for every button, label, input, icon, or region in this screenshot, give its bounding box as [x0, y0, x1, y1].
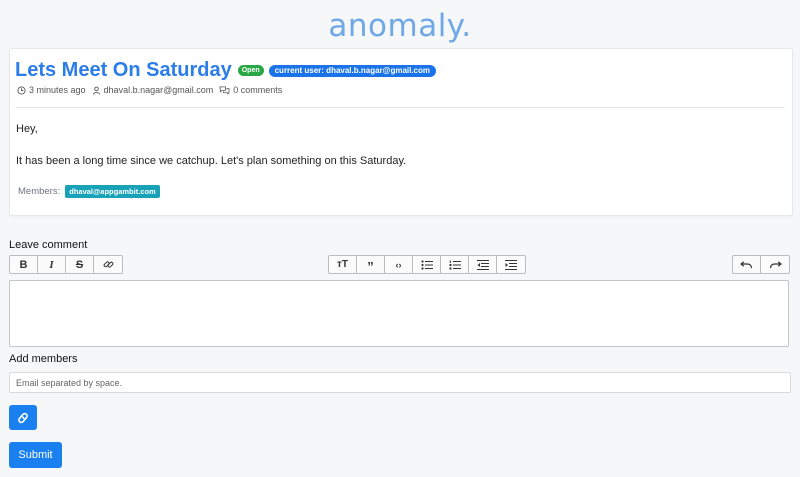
members-label: Members:: [18, 186, 61, 197]
redo-button[interactable]: [761, 256, 789, 273]
ordered-list-icon: [449, 260, 461, 269]
code-button[interactable]: ‹›: [385, 256, 413, 273]
format-toolbar: B I S: [9, 255, 123, 274]
strikethrough-button[interactable]: S: [66, 256, 94, 273]
members-row: Members: dhaval@appgambit.com: [18, 185, 160, 198]
post-card: Lets Meet On Saturday Open current user:…: [9, 48, 793, 216]
indent-icon: [505, 259, 517, 270]
post-body-line: It has been a long time since we catchup…: [16, 155, 407, 167]
link-button[interactable]: [94, 256, 122, 273]
divider: [15, 107, 785, 108]
block-toolbar: ᴛT ” ‹›: [328, 255, 526, 274]
clock-icon: [17, 85, 26, 95]
outdent-button[interactable]: [469, 256, 497, 273]
status-badge: Open: [237, 65, 264, 76]
attach-button[interactable]: [9, 405, 37, 430]
heading-icon: ᴛT: [336, 259, 348, 270]
ordered-list-button[interactable]: [441, 256, 469, 273]
undo-icon: [740, 261, 753, 269]
current-user-badge: current user: dhaval.b.nagar@gmail.com: [268, 64, 437, 77]
strikethrough-icon: S: [75, 258, 84, 271]
post-author: dhaval.b.nagar@gmail.com: [92, 85, 214, 95]
indent-button[interactable]: [497, 256, 525, 273]
code-icon: ‹›: [395, 259, 402, 270]
post-comments: 0 comments: [219, 85, 282, 95]
comments-icon: [219, 85, 230, 95]
history-toolbar: [732, 255, 790, 274]
member-badge: dhaval@appgambit.com: [65, 185, 160, 198]
submit-button[interactable]: Submit: [9, 442, 62, 468]
post-author-text: dhaval.b.nagar@gmail.com: [103, 85, 214, 95]
post-title-row: Lets Meet On Saturday Open current user:…: [15, 59, 437, 82]
unordered-list-icon: [420, 259, 433, 270]
redo-icon: [769, 261, 782, 269]
bold-button[interactable]: B: [10, 256, 38, 273]
italic-button[interactable]: I: [38, 256, 66, 273]
post-title: Lets Meet On Saturday: [15, 59, 232, 81]
link-icon: [103, 261, 113, 268]
paperclip-icon: [18, 412, 28, 423]
quote-button[interactable]: ”: [357, 256, 385, 273]
app-logo: anomaly.: [328, 8, 472, 44]
post-meta: 3 minutes ago dhaval.b.nagar@gmail.com 0…: [17, 85, 288, 95]
undo-button[interactable]: [733, 256, 761, 273]
post-body-line: Hey,: [16, 123, 38, 135]
outdent-icon: [476, 259, 489, 270]
bold-icon: B: [19, 258, 28, 271]
add-members-input[interactable]: [9, 372, 791, 393]
comment-editor[interactable]: [9, 280, 789, 347]
post-time: 3 minutes ago: [17, 85, 86, 95]
comment-label: Leave comment: [9, 239, 88, 251]
unordered-list-button[interactable]: [413, 256, 441, 273]
post-time-text: 3 minutes ago: [29, 85, 86, 95]
user-icon: [92, 86, 100, 95]
post-comments-text: 0 comments: [233, 85, 283, 95]
add-members-label: Add members: [9, 353, 78, 365]
quote-icon: ”: [367, 258, 374, 274]
heading-button[interactable]: ᴛT: [329, 256, 357, 273]
italic-icon: I: [49, 258, 54, 271]
